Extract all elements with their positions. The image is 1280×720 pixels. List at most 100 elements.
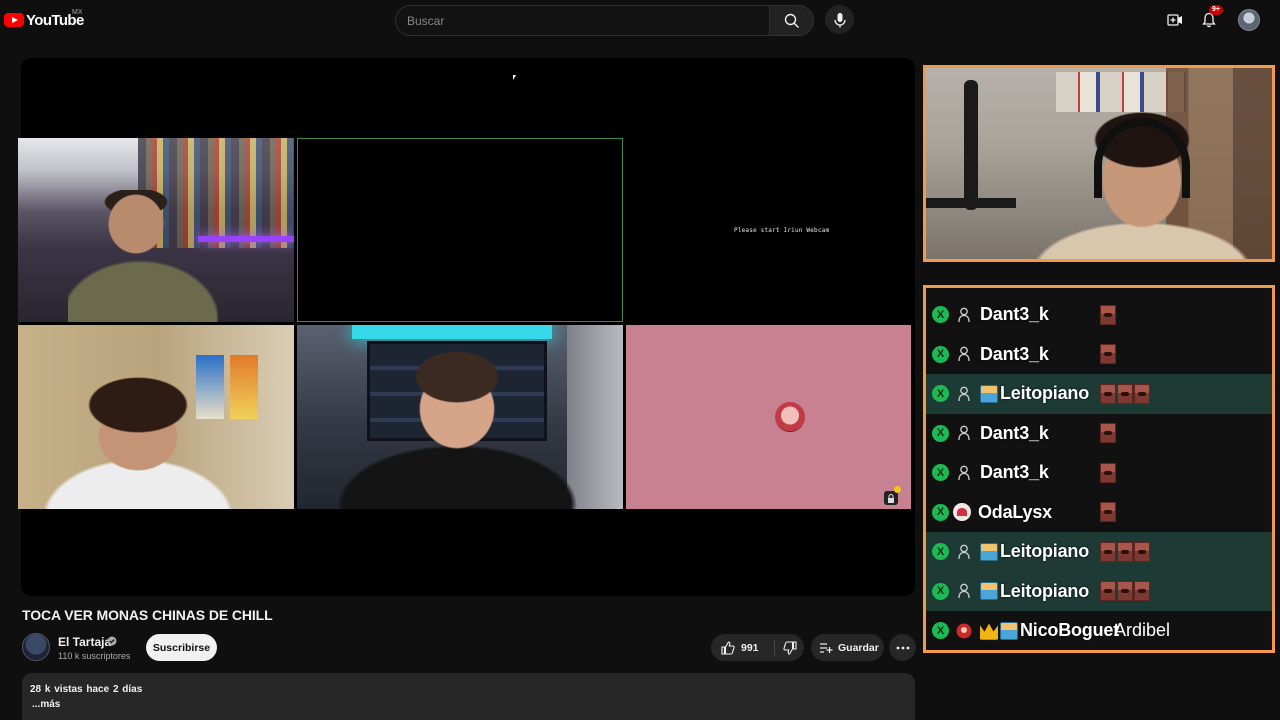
sub-badge-icon [1000,621,1018,640]
microphone-arm [926,198,1016,208]
sub-badge-icon [980,542,998,561]
chat-message: X Dant3_k [926,335,1272,375]
emote-icon [1100,304,1116,325]
emote-icon [1100,581,1116,602]
x-badge-icon: X [932,306,949,324]
chat-message: X NicoBoguet Ardibel [926,611,1272,651]
chat-message: X Dant3_k [926,295,1272,335]
webcam-tile-empty [297,138,623,322]
divider [774,640,775,655]
chat-message: X Leitopiano [926,532,1272,572]
x-badge-icon: X [932,464,949,482]
voice-search-button[interactable] [825,5,854,34]
youtube-logo[interactable]: YouTube MX [4,9,84,29]
emote-icon [1100,383,1116,404]
thumbs-down-icon [783,640,797,655]
chat-username: Leitopiano [1000,580,1089,601]
card-badge-icon [953,503,971,522]
user-icon [956,582,972,600]
chat-username: Dant3_k [980,304,1049,325]
channel-name[interactable]: El Tartaja [58,635,111,649]
chat-message: X OdaLysx [926,493,1272,533]
lock-icon [884,486,901,505]
chat-message: X Dant3_k [926,414,1272,454]
emote-icon [1117,541,1133,562]
search-icon [784,13,799,28]
chat-message-text: Ardibel [1114,620,1171,641]
user-icon [956,543,972,561]
search-input[interactable] [407,6,757,35]
chat-username: Dant3_k [980,422,1049,443]
chat-username: Leitopiano [1000,383,1089,404]
emote-icon [1134,541,1150,562]
thumbs-up-icon [721,640,735,655]
webcam-message: Please start Iriun Webcam [734,227,830,234]
like-button[interactable]: 991 [711,634,773,661]
channel-avatar[interactable] [22,633,50,661]
notification-badge: 9+ [1209,5,1223,15]
more-actions-button[interactable] [889,634,916,661]
masthead: YouTube MX 9+ [0,0,1280,40]
participant-4 [327,345,587,509]
microphone-stand [964,80,978,210]
chat-username: NicoBoguet [1020,620,1119,641]
show-more-link[interactable]: ...más [32,699,60,710]
x-badge-icon: X [932,582,949,600]
streamer-webcam [923,65,1275,262]
webcam-tile-4 [297,325,623,509]
avatar-tile [626,325,911,509]
notifications-button[interactable]: 9+ [1197,5,1223,32]
subscriber-count: 110 k suscriptores [58,651,131,661]
chat-message: X Leitopiano [926,571,1272,611]
microphone-icon [833,12,846,27]
chat-username: Leitopiano [1000,541,1089,562]
x-badge-icon: X [932,543,949,561]
emote-icon [1100,541,1116,562]
sub-badge-icon [980,384,998,403]
user-icon [956,464,972,482]
description-box[interactable]: 28 k vistas hace 2 días ...más [22,673,915,720]
x-badge-icon: X [932,385,949,403]
account-avatar[interactable] [1238,9,1260,31]
user-icon [956,385,972,403]
x-badge-icon: X [932,424,949,442]
dislike-button[interactable] [776,634,804,661]
youtube-play-icon [4,13,24,27]
views-and-date: 28 k vistas hace 2 días [30,684,143,695]
save-button[interactable]: Guardar [811,634,884,661]
emote-icon [1117,383,1133,404]
chat-username: Dant3_k [980,462,1049,483]
emote-icon [1117,581,1133,602]
video-title: TOCA VER MONAS CHINAS DE CHILL [22,607,273,623]
subscribe-button[interactable]: Suscribirse [146,634,217,661]
like-count: 991 [741,641,759,654]
playlist-add-icon [820,642,833,653]
emote-icon [1134,581,1150,602]
user-icon [956,306,972,324]
emote-icon [1100,462,1116,483]
x-badge-icon: X [932,503,949,521]
emote-icon [1100,344,1116,365]
participant-avatar [775,402,805,432]
chat-username: OdaLysx [978,501,1052,522]
user-avatar-icon [956,622,972,640]
create-button[interactable] [1163,8,1187,32]
crown-badge-icon [980,623,998,640]
chat-overlay: X Dant3_k X Dant3_k X Leitopiano X Dant3_k X Dant… [923,285,1275,653]
create-video-icon [1167,14,1182,26]
x-badge-icon: X [932,345,949,363]
webcam-tile-3 [18,325,294,509]
save-label: Guardar [838,641,879,654]
search-box [395,5,770,36]
emote-icon [1100,502,1116,523]
user-icon [956,424,972,442]
chat-message: X Leitopiano [926,374,1272,414]
search-button[interactable] [769,5,814,36]
like-dislike-group: 991 [711,634,804,661]
emote-icon [1134,383,1150,404]
led-light [352,325,552,339]
chat-message: X Dant3_k [926,453,1272,493]
webcam-tile-1 [18,138,294,322]
more-horizontal-icon [896,646,909,649]
mouse-cursor [513,75,516,80]
